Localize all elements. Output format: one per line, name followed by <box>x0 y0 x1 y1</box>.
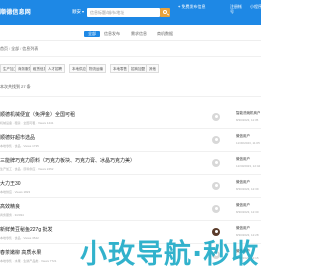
listing-meta: 机械设备 · 租赁 · 全国可租 · Views 1441 <box>0 121 54 125</box>
mini-program-link[interactable]: 小程序 <box>250 4 262 9</box>
listing-date: 12/30/2023, 12:42 <box>236 164 261 168</box>
divider <box>0 96 261 97</box>
avatar <box>212 136 220 144</box>
watermark-text: 小玫导航·秒收 <box>80 239 260 270</box>
tab-info-publish[interactable]: 信息发布 <box>104 31 120 37</box>
chevron-down-icon: ▾ <box>82 9 85 14</box>
breadcrumb-all[interactable]: 全部 <box>11 46 19 51</box>
category-nav: 全部 信息发布 需求信息 商机数据 <box>0 27 261 41</box>
listing-title[interactable]: 三能牌巧克力原料（巧克力板块、巧克力膏、冰晶巧克力美） <box>0 157 200 164</box>
divider <box>0 197 261 198</box>
breadcrumb: 首页/全部/信息列表 <box>0 46 38 52</box>
listing-date: 8/30/2023, 12:30 <box>236 210 259 214</box>
divider <box>0 128 261 129</box>
watermark: 小玫导航·秒收 <box>60 224 261 270</box>
listing-meta: 生产加工 · 食品 · 原料供应 · Views 2452 <box>0 167 54 171</box>
filter-chip[interactable]: 其他 <box>146 64 159 73</box>
listing-poster: 微信用户 <box>236 203 250 207</box>
divider <box>0 174 261 175</box>
register-link[interactable]: 注册帐号 <box>230 4 244 14</box>
avatar <box>212 113 220 121</box>
publish-label: 免费发布信息 <box>181 4 206 9</box>
listing-poster: 微信用户 <box>236 134 250 138</box>
listing-meta: 本地供应 · Views 1823 <box>0 190 31 194</box>
tab-demand-info[interactable]: 需求信息 <box>131 31 147 37</box>
tab-all[interactable]: 全部 <box>84 31 100 37</box>
listing-title[interactable]: 高效精良 <box>0 203 200 210</box>
search-button[interactable] <box>160 8 170 17</box>
filter-chip[interactable]: 物流运输 <box>86 64 106 73</box>
listing-meta: 本地零售 · 食品 · Views 3542 <box>0 236 39 240</box>
filter-chip[interactable]: 人才招聘 <box>45 64 65 73</box>
breadcrumb-home[interactable]: 首页 <box>0 46 8 51</box>
listing-title[interactable]: 大力王30 <box>0 180 200 187</box>
listing-poster: 智能洗碗机商户 <box>236 111 261 115</box>
filter-chip[interactable]: 本地零售 <box>110 64 130 73</box>
listing-date: 11/30/2023, 11:05 <box>236 141 260 145</box>
filter-chip[interactable]: 招商加盟 <box>128 64 148 73</box>
avatar <box>212 159 220 167</box>
plus-icon: + <box>178 4 181 9</box>
publish-button[interactable]: + 免费发布信息 <box>178 4 206 9</box>
search-input[interactable]: 信息标题/城市/地址 <box>87 8 160 17</box>
listing-date: 8/30/2023, 11:35 <box>236 118 259 122</box>
breadcrumb-separator: / <box>9 46 11 51</box>
listing-meta: 商务服务 · 3/2034 <box>0 213 24 217</box>
region-selector[interactable]: 顺安▾ <box>72 9 84 15</box>
listing-meta: 本地零售 · 食品 · Views 1735 <box>0 144 39 148</box>
listing-date: 8/30/2023, 12:39 <box>236 187 259 191</box>
divider <box>0 151 261 152</box>
site-logo[interactable]: 顺德信息网 <box>0 7 31 16</box>
listing-meta: 本地零售 · 水果 · 生鲜产品类 · Views 7721 <box>0 259 57 263</box>
breadcrumb-current: 信息列表 <box>22 46 39 51</box>
search-icon <box>163 10 167 14</box>
listing-poster: 微信用户 <box>236 180 250 184</box>
listing-poster: 微信用户 <box>236 157 250 161</box>
divider <box>0 56 261 57</box>
divider <box>0 220 261 221</box>
avatar <box>212 205 220 213</box>
region-label: 顺安 <box>72 9 81 14</box>
tab-business-data[interactable]: 商机数据 <box>157 31 173 37</box>
avatar <box>212 182 220 190</box>
result-count: 本次共找到 27 条 <box>0 84 31 89</box>
listing-title[interactable]: 顺德机械便宜（免押金）全国可租 <box>0 111 200 118</box>
listing-title[interactable]: 顺德好超市选品 <box>0 134 200 141</box>
top-header: 顺德信息网 顺安▾ 信息标题/城市/地址 + 免费发布信息 注册帐号 小程序 <box>0 0 262 25</box>
